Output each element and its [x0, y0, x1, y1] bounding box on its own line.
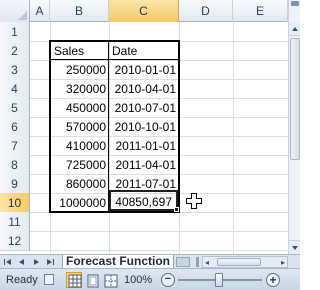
vertical-scroll-thumb[interactable] [290, 38, 300, 160]
tab-split-handle[interactable] [196, 257, 199, 267]
sales-cell[interactable]: 410000 [51, 136, 108, 156]
sheet-tab-forecast-function[interactable]: Forecast Function [62, 255, 174, 269]
gridline [30, 231, 288, 232]
row-header-5[interactable]: 5 [0, 98, 30, 118]
cell-b2-sales-header[interactable]: Sales [51, 41, 108, 61]
row-header-11[interactable]: 11 [0, 212, 30, 232]
scroll-down-button[interactable] [289, 240, 300, 254]
page-layout-view-icon[interactable] [84, 272, 100, 288]
column-header-a[interactable]: A [30, 0, 50, 22]
split-handle-icon[interactable] [291, 1, 299, 6]
column-header-e[interactable]: E [233, 0, 288, 22]
column-header-c[interactable]: C [109, 0, 179, 22]
table-border [178, 40, 180, 213]
row-header-2[interactable]: 2 [0, 41, 30, 61]
row-header-7[interactable]: 7 [0, 136, 30, 156]
sales-cell[interactable]: 570000 [51, 117, 108, 137]
status-ready-label: Ready [6, 274, 38, 286]
next-sheet-icon[interactable] [30, 256, 42, 268]
zoom-slider-thumb[interactable] [215, 273, 223, 287]
date-cell[interactable]: 2011-04-01 [109, 155, 178, 175]
status-bar: Ready 100% − + [0, 268, 300, 290]
row-header-10[interactable]: 10 [0, 193, 30, 213]
normal-view-button[interactable] [66, 272, 82, 288]
date-cell[interactable]: 2010-01-01 [109, 60, 178, 80]
row-header-6[interactable]: 6 [0, 117, 30, 137]
row-header-12[interactable]: 12 [0, 231, 30, 251]
scroll-left-icon[interactable]: ◂ [205, 258, 209, 267]
sales-cell[interactable]: 860000 [51, 174, 108, 194]
zoom-in-button[interactable]: + [266, 273, 280, 287]
date-cell[interactable]: 2010-04-01 [109, 79, 178, 99]
last-sheet-icon[interactable] [44, 256, 56, 268]
macro-record-icon[interactable] [44, 274, 54, 285]
date-cell[interactable]: 2010-10-01 [109, 117, 178, 137]
column-header-d[interactable]: D [179, 0, 233, 22]
sales-cell[interactable]: 320000 [51, 79, 108, 99]
horizontal-scroll-thumb[interactable] [217, 258, 261, 266]
select-all-triangle-icon [18, 11, 27, 20]
row-header-9[interactable]: 9 [0, 174, 30, 194]
date-cell[interactable]: 2011-01-01 [109, 136, 178, 156]
insert-worksheet-icon[interactable] [176, 257, 190, 267]
sheet-tab-bar: Forecast Function ◂ ▸ [0, 254, 300, 269]
row-header-3[interactable]: 3 [0, 60, 30, 80]
gridline [30, 250, 288, 251]
scroll-up-button[interactable] [289, 22, 300, 36]
row-header-8[interactable]: 8 [0, 155, 30, 175]
active-cell-border [109, 190, 178, 211]
fill-handle[interactable] [174, 207, 179, 212]
vertical-scrollbar[interactable] [288, 0, 300, 254]
date-cell[interactable]: 2010-07-01 [109, 98, 178, 118]
horizontal-scrollbar[interactable]: ◂ ▸ [202, 256, 288, 268]
zoom-out-button[interactable]: − [161, 273, 175, 287]
select-all-button[interactable] [0, 0, 30, 22]
scroll-right-icon[interactable]: ▸ [281, 258, 285, 267]
sales-cell[interactable]: 450000 [51, 98, 108, 118]
column-header-row: A B C D E [0, 0, 300, 22]
cross-cursor-icon [186, 193, 202, 209]
cell-c2-date-header[interactable]: Date [109, 41, 178, 61]
first-sheet-icon[interactable] [2, 256, 14, 268]
prev-sheet-icon[interactable] [16, 256, 28, 268]
zoom-level[interactable]: 100% [124, 269, 152, 290]
row-header-1[interactable]: 1 [0, 22, 30, 42]
spreadsheet-window: A B C D E 1 2 3 4 5 6 7 8 9 10 11 12 Sal… [0, 0, 300, 290]
row-header-4[interactable]: 4 [0, 79, 30, 99]
page-break-preview-icon[interactable] [102, 272, 118, 288]
sales-cell[interactable]: 250000 [51, 60, 108, 80]
gridline [233, 22, 234, 254]
column-header-b[interactable]: B [50, 0, 109, 22]
sales-cell[interactable]: 1000000 [51, 193, 108, 213]
sales-cell[interactable]: 725000 [51, 155, 108, 175]
